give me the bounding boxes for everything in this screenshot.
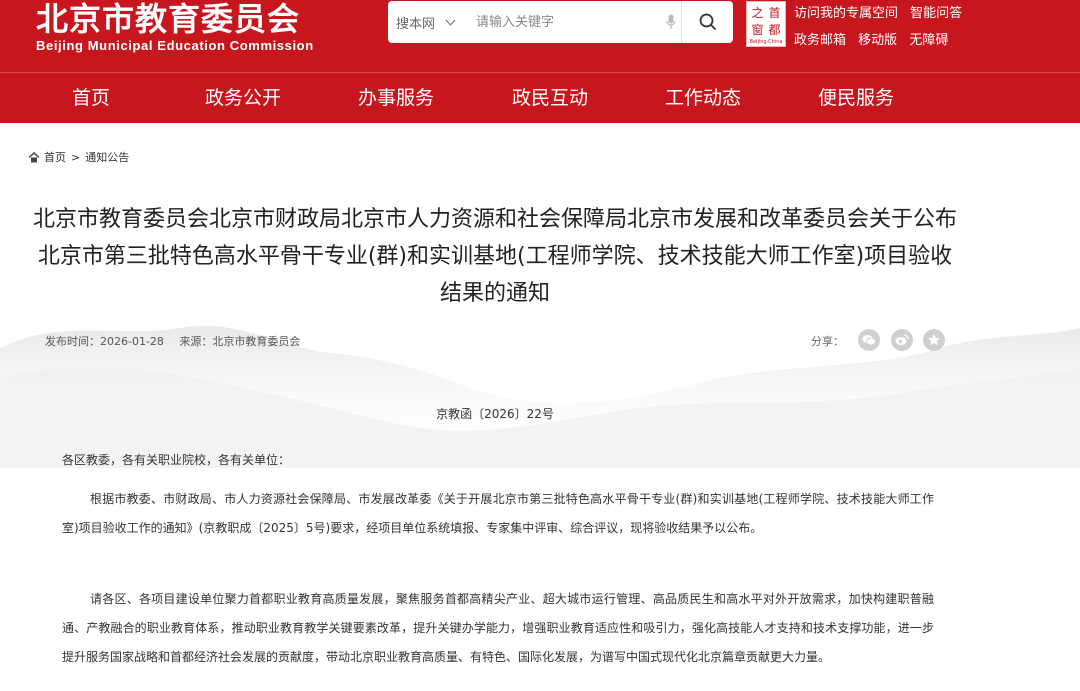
document-number: 京教函〔2026〕22号 [436, 407, 554, 421]
seal-char: 首 [768, 6, 781, 20]
nav-item-convenience[interactable]: 便民服务 [818, 73, 894, 124]
search-scope-dropdown[interactable]: 搜本网 [388, 1, 470, 43]
site-logo-cn[interactable]: 北京市教育委员会 [36, 0, 300, 38]
seal-en: Beijing·China [749, 39, 783, 45]
main-content: 首页 > 通知公告 北京市教育委员会北京市财政局北京市人力资源和社会保障局北京市… [0, 123, 1080, 691]
publish-time: 发布时间：2026-01-28 [45, 335, 164, 348]
seal-char: 窗 [751, 23, 764, 37]
search-icon [699, 13, 716, 31]
breadcrumb-current[interactable]: 通知公告 [85, 149, 129, 165]
share-label: 分享： [811, 335, 844, 348]
link-smart-qa[interactable]: 智能问答 [910, 6, 962, 21]
home-icon [28, 151, 40, 162]
chevron-down-icon [445, 15, 456, 25]
capital-window-seal[interactable]: 之 首 窗 都 Beijing·China [746, 1, 786, 47]
weibo-icon[interactable] [891, 329, 913, 351]
article-paragraph: 根据市教委、市财政局、市人力资源社会保障局、市发展改革委《关于开展北京市第三批特… [62, 492, 934, 535]
search-bar: 搜本网 [388, 1, 733, 43]
link-mobile[interactable]: 移动版 [858, 33, 897, 48]
microphone-icon[interactable] [661, 1, 681, 43]
link-gov-mail[interactable]: 政务邮箱 [794, 33, 846, 48]
seal-char: 之 [751, 6, 764, 20]
search-input[interactable] [470, 1, 661, 43]
article-meta: 发布时间：2026-01-28 来源：北京市教育委员会 [45, 333, 312, 349]
main-nav: 首页 政务公开 办事服务 政民互动 工作动态 便民服务 [0, 72, 1080, 123]
site-header: 北京市教育委员会 Beijing Municipal Education Com… [0, 0, 1080, 72]
link-accessibility[interactable]: 无障碍 [909, 33, 948, 48]
nav-item-work-news[interactable]: 工作动态 [665, 73, 741, 124]
link-personal-space[interactable]: 访问我的专属空间 [794, 6, 898, 21]
nav-item-services[interactable]: 办事服务 [358, 73, 434, 124]
breadcrumb-separator: > [71, 150, 81, 164]
article-source: 来源：北京市教育委员会 [179, 335, 301, 348]
search-button[interactable] [681, 1, 733, 43]
breadcrumb: 首页 > 通知公告 [28, 149, 129, 165]
breadcrumb-home[interactable]: 首页 [44, 149, 66, 165]
nav-item-home[interactable]: 首页 [72, 73, 110, 124]
wechat-icon[interactable] [858, 329, 880, 351]
search-scope-label: 搜本网 [396, 16, 436, 32]
nav-item-government-affairs[interactable]: 政务公开 [205, 73, 281, 124]
article-title: 北京市教育委员会北京市财政局北京市人力资源和社会保障局北京市发展和改革委员会关于… [32, 207, 957, 306]
site-logo-en: Beijing Municipal Education Commission [36, 38, 314, 53]
salutation: 各区教委，各有关职业院校，各有关单位： [62, 453, 291, 467]
favorite-icon[interactable] [923, 329, 945, 351]
nav-item-interaction[interactable]: 政民互动 [512, 73, 588, 124]
seal-char: 都 [768, 23, 781, 37]
mountain-background-image [0, 325, 1080, 468]
article-paragraph: 请各区、各项目建设单位聚力首都职业教育高质量发展，聚焦服务首都高精尖产业、超大城… [62, 592, 934, 664]
